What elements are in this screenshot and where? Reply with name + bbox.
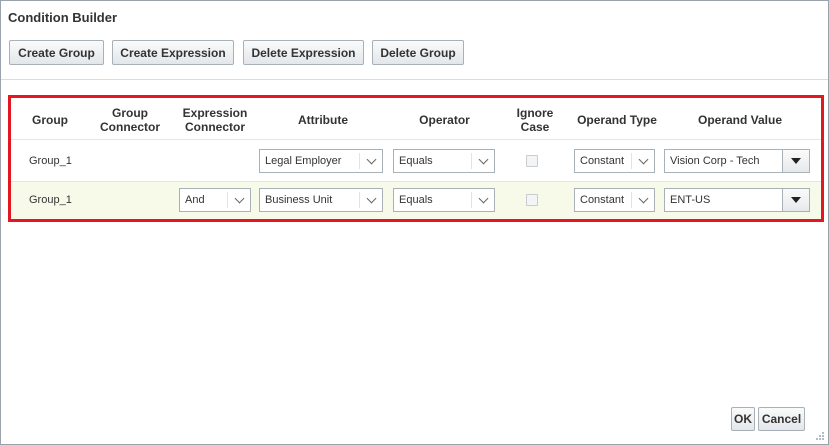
ignore-case-checkbox[interactable]	[526, 194, 538, 206]
cancel-button[interactable]: Cancel	[758, 407, 805, 431]
operator-select[interactable]: Equals	[393, 188, 495, 212]
chevron-down-icon	[366, 193, 377, 204]
operand-value-combobox[interactable]: ENT-US	[664, 188, 810, 212]
header-expression-connector: Expression Connector	[182, 106, 248, 134]
cell-group: Group_1	[29, 155, 72, 167]
operator-select-value: Equals	[399, 155, 433, 167]
ok-button[interactable]: OK	[731, 407, 755, 431]
delete-group-button[interactable]: Delete Group	[372, 40, 464, 65]
header-group: Group	[32, 113, 68, 127]
attribute-select-value: Business Unit	[265, 194, 333, 206]
operand-type-select[interactable]: Constant	[574, 188, 655, 212]
operand-value-combobox[interactable]: Vision Corp - Tech	[664, 149, 810, 173]
header-separator	[11, 139, 821, 140]
chevron-down-icon	[638, 193, 649, 204]
create-group-button[interactable]: Create Group	[9, 40, 104, 65]
expression-connector-select[interactable]: And	[179, 188, 251, 212]
triangle-down-icon	[791, 158, 801, 164]
chevron-down-icon	[478, 193, 489, 204]
dropdown-button[interactable]	[782, 150, 809, 172]
header-group-connector: Group Connector	[100, 106, 160, 134]
chevron-down-icon	[478, 154, 489, 165]
toolbar: Create Group Create Expression Delete Ex…	[1, 40, 828, 65]
header-operand-type: Operand Type	[577, 113, 657, 127]
toolbar-divider	[1, 79, 828, 80]
operand-value-input[interactable]: ENT-US	[670, 194, 710, 206]
ignore-case-checkbox[interactable]	[526, 155, 538, 167]
delete-expression-button[interactable]: Delete Expression	[243, 40, 364, 65]
expression-connector-select-value: And	[185, 194, 205, 206]
chevron-down-icon	[638, 154, 649, 165]
attribute-select[interactable]: Legal Employer	[259, 149, 383, 173]
header-ignore-case: Ignore Case	[516, 106, 554, 134]
header-attribute: Attribute	[298, 113, 348, 127]
operand-value-input[interactable]: Vision Corp - Tech	[670, 155, 759, 167]
operator-select[interactable]: Equals	[393, 149, 495, 173]
operand-type-select-value: Constant	[580, 194, 625, 206]
dialog-title: Condition Builder	[8, 10, 118, 25]
create-expression-button[interactable]: Create Expression	[112, 40, 234, 65]
attribute-select[interactable]: Business Unit	[259, 188, 383, 212]
operand-type-select-value: Constant	[580, 155, 625, 167]
resize-grip-icon[interactable]	[815, 431, 824, 440]
triangle-down-icon	[791, 197, 801, 203]
header-operand-value: Operand Value	[697, 113, 783, 127]
cell-group: Group_1	[29, 194, 72, 206]
operand-type-select[interactable]: Constant	[574, 149, 655, 173]
dropdown-button[interactable]	[782, 189, 809, 211]
header-operator: Operator	[419, 113, 470, 127]
chevron-down-icon	[366, 154, 377, 165]
conditions-table: Group Group Connector Expression Connect…	[8, 95, 824, 222]
condition-builder-dialog: Condition Builder Create Group Create Ex…	[0, 0, 829, 445]
attribute-select-value: Legal Employer	[265, 155, 342, 167]
chevron-down-icon	[234, 193, 245, 204]
operator-select-value: Equals	[399, 194, 433, 206]
